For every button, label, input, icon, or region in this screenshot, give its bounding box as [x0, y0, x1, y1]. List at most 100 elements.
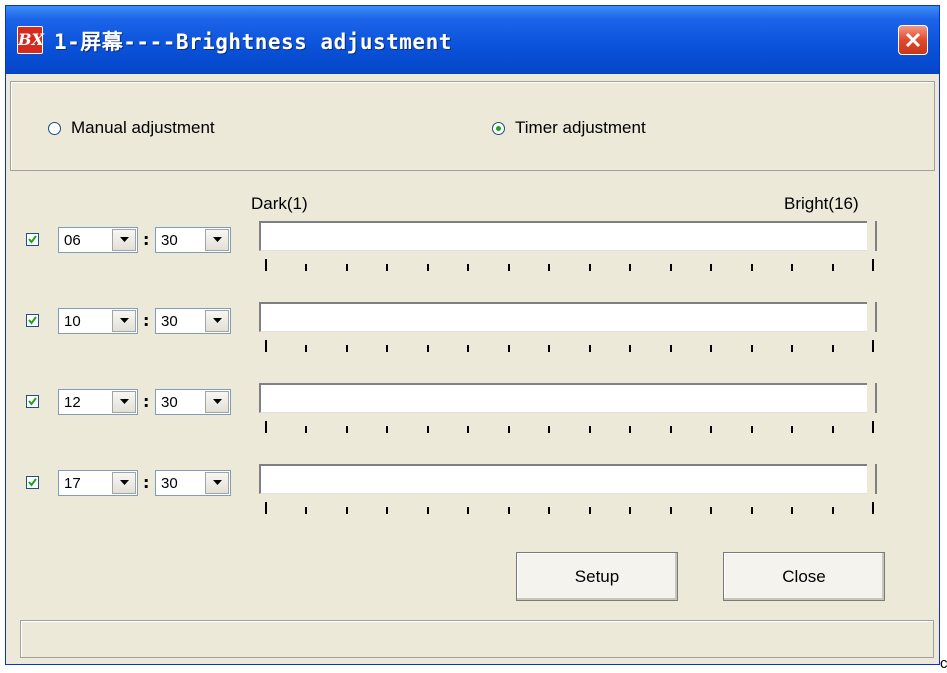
minute-select[interactable]: 30: [155, 470, 231, 496]
checkmark-icon: [28, 235, 37, 244]
brightness-dialog: BX 1-屏幕----Brightness adjustment Manual …: [5, 5, 940, 665]
schedule-enabled-checkbox[interactable]: [26, 233, 39, 246]
slider-tick: [265, 421, 267, 433]
app-logo: BX: [17, 26, 44, 54]
brightness-slider-thumb[interactable]: [867, 221, 877, 251]
hour-select-value: 12: [64, 394, 81, 411]
setup-button[interactable]: Setup: [516, 552, 678, 601]
chevron-down-icon[interactable]: [205, 472, 229, 494]
brightness-slider-thumb[interactable]: [867, 383, 877, 413]
slider-tick: [629, 264, 632, 271]
slider-tick: [548, 264, 551, 271]
timer-adjustment-radio[interactable]: Timer adjustment: [492, 118, 646, 138]
close-button[interactable]: Close: [723, 552, 885, 601]
slider-tick: [386, 426, 389, 433]
minute-select[interactable]: 30: [155, 389, 231, 415]
brightness-slider-track[interactable]: [259, 464, 877, 494]
minute-select[interactable]: 30: [155, 308, 231, 334]
slider-tick: [386, 264, 389, 271]
slider-tick: [588, 264, 591, 271]
minute-select-value: 30: [161, 313, 178, 330]
slider-tick: [791, 426, 794, 433]
chevron-down-icon[interactable]: [205, 310, 229, 332]
slider-tick: [507, 507, 510, 514]
slider-tick: [507, 426, 510, 433]
brightness-slider-thumb[interactable]: [867, 302, 877, 332]
slider-tick: [831, 426, 834, 433]
slider-tick: [305, 507, 308, 514]
slider-tick: [669, 345, 672, 352]
hour-select-value: 10: [64, 313, 81, 330]
slider-tick: [507, 264, 510, 271]
slider-tick: [710, 345, 713, 352]
slider-tick: [386, 507, 389, 514]
schedule-row: 10:30: [6, 302, 941, 372]
radio-button-selected-icon: [492, 121, 505, 135]
hour-select[interactable]: 17: [58, 470, 138, 496]
slider-tick: [467, 264, 470, 271]
brightness-slider-track[interactable]: [259, 221, 877, 251]
brightness-slider-track[interactable]: [259, 383, 877, 413]
slider-tick: [831, 264, 834, 271]
chevron-down-icon[interactable]: [205, 229, 229, 251]
time-separator: :: [143, 392, 150, 411]
slider-tick: [669, 264, 672, 271]
schedule-row: 12:30: [6, 383, 941, 453]
slider-tick: [426, 426, 429, 433]
minute-select-value: 30: [161, 394, 178, 411]
slider-tick: [791, 264, 794, 271]
brightness-slider-thumb[interactable]: [867, 464, 877, 494]
slider-tick: [305, 345, 308, 352]
chevron-down-icon[interactable]: [205, 391, 229, 413]
slider-tick: [872, 259, 874, 271]
minute-select[interactable]: 30: [155, 227, 231, 253]
checkmark-icon: [28, 397, 37, 406]
slider-tick: [872, 502, 874, 514]
hour-select[interactable]: 12: [58, 389, 138, 415]
schedule-enabled-checkbox[interactable]: [26, 314, 39, 327]
hour-select-value: 06: [64, 232, 81, 249]
schedule-enabled-checkbox[interactable]: [26, 476, 39, 489]
slider-tick: [669, 507, 672, 514]
radio-label: Timer adjustment: [515, 118, 646, 137]
radio-button-icon: [48, 121, 61, 135]
slider-tick: [265, 259, 267, 271]
slider-tick: [750, 507, 753, 514]
slider-tick: [467, 426, 470, 433]
slider-tick: [548, 345, 551, 352]
slider-tick: [426, 507, 429, 514]
slider-tick: [831, 345, 834, 352]
slider-tick: [345, 345, 348, 352]
slider-tick: [345, 264, 348, 271]
hour-select[interactable]: 06: [58, 227, 138, 253]
slider-tick: [588, 426, 591, 433]
manual-adjustment-radio[interactable]: Manual adjustment: [48, 118, 215, 138]
chevron-down-icon[interactable]: [112, 472, 136, 494]
schedule-enabled-checkbox[interactable]: [26, 395, 39, 408]
slider-tick: [872, 340, 874, 352]
brightness-slider-track[interactable]: [259, 302, 877, 332]
slider-tick: [629, 345, 632, 352]
chevron-down-icon[interactable]: [112, 229, 136, 251]
slider-tick: [710, 264, 713, 271]
slider-tick: [467, 507, 470, 514]
slider-tick: [386, 345, 389, 352]
slider-tick: [669, 426, 672, 433]
slider-tick: [629, 426, 632, 433]
checkmark-icon: [28, 478, 37, 487]
slider-tick: [426, 264, 429, 271]
minute-select-value: 30: [161, 475, 178, 492]
slider-tick: [791, 345, 794, 352]
time-separator: :: [143, 230, 150, 249]
chevron-down-icon[interactable]: [112, 310, 136, 332]
chevron-down-icon[interactable]: [112, 391, 136, 413]
title-bar[interactable]: BX 1-屏幕----Brightness adjustment: [6, 6, 939, 74]
hour-select-value: 17: [64, 475, 81, 492]
hour-select[interactable]: 10: [58, 308, 138, 334]
slider-tick: [750, 426, 753, 433]
close-window-button[interactable]: [898, 25, 928, 55]
slider-tick: [750, 345, 753, 352]
window-title: 1-屏幕----Brightness adjustment: [54, 30, 452, 54]
slider-tick: [265, 502, 267, 514]
slider-tick: [507, 345, 510, 352]
